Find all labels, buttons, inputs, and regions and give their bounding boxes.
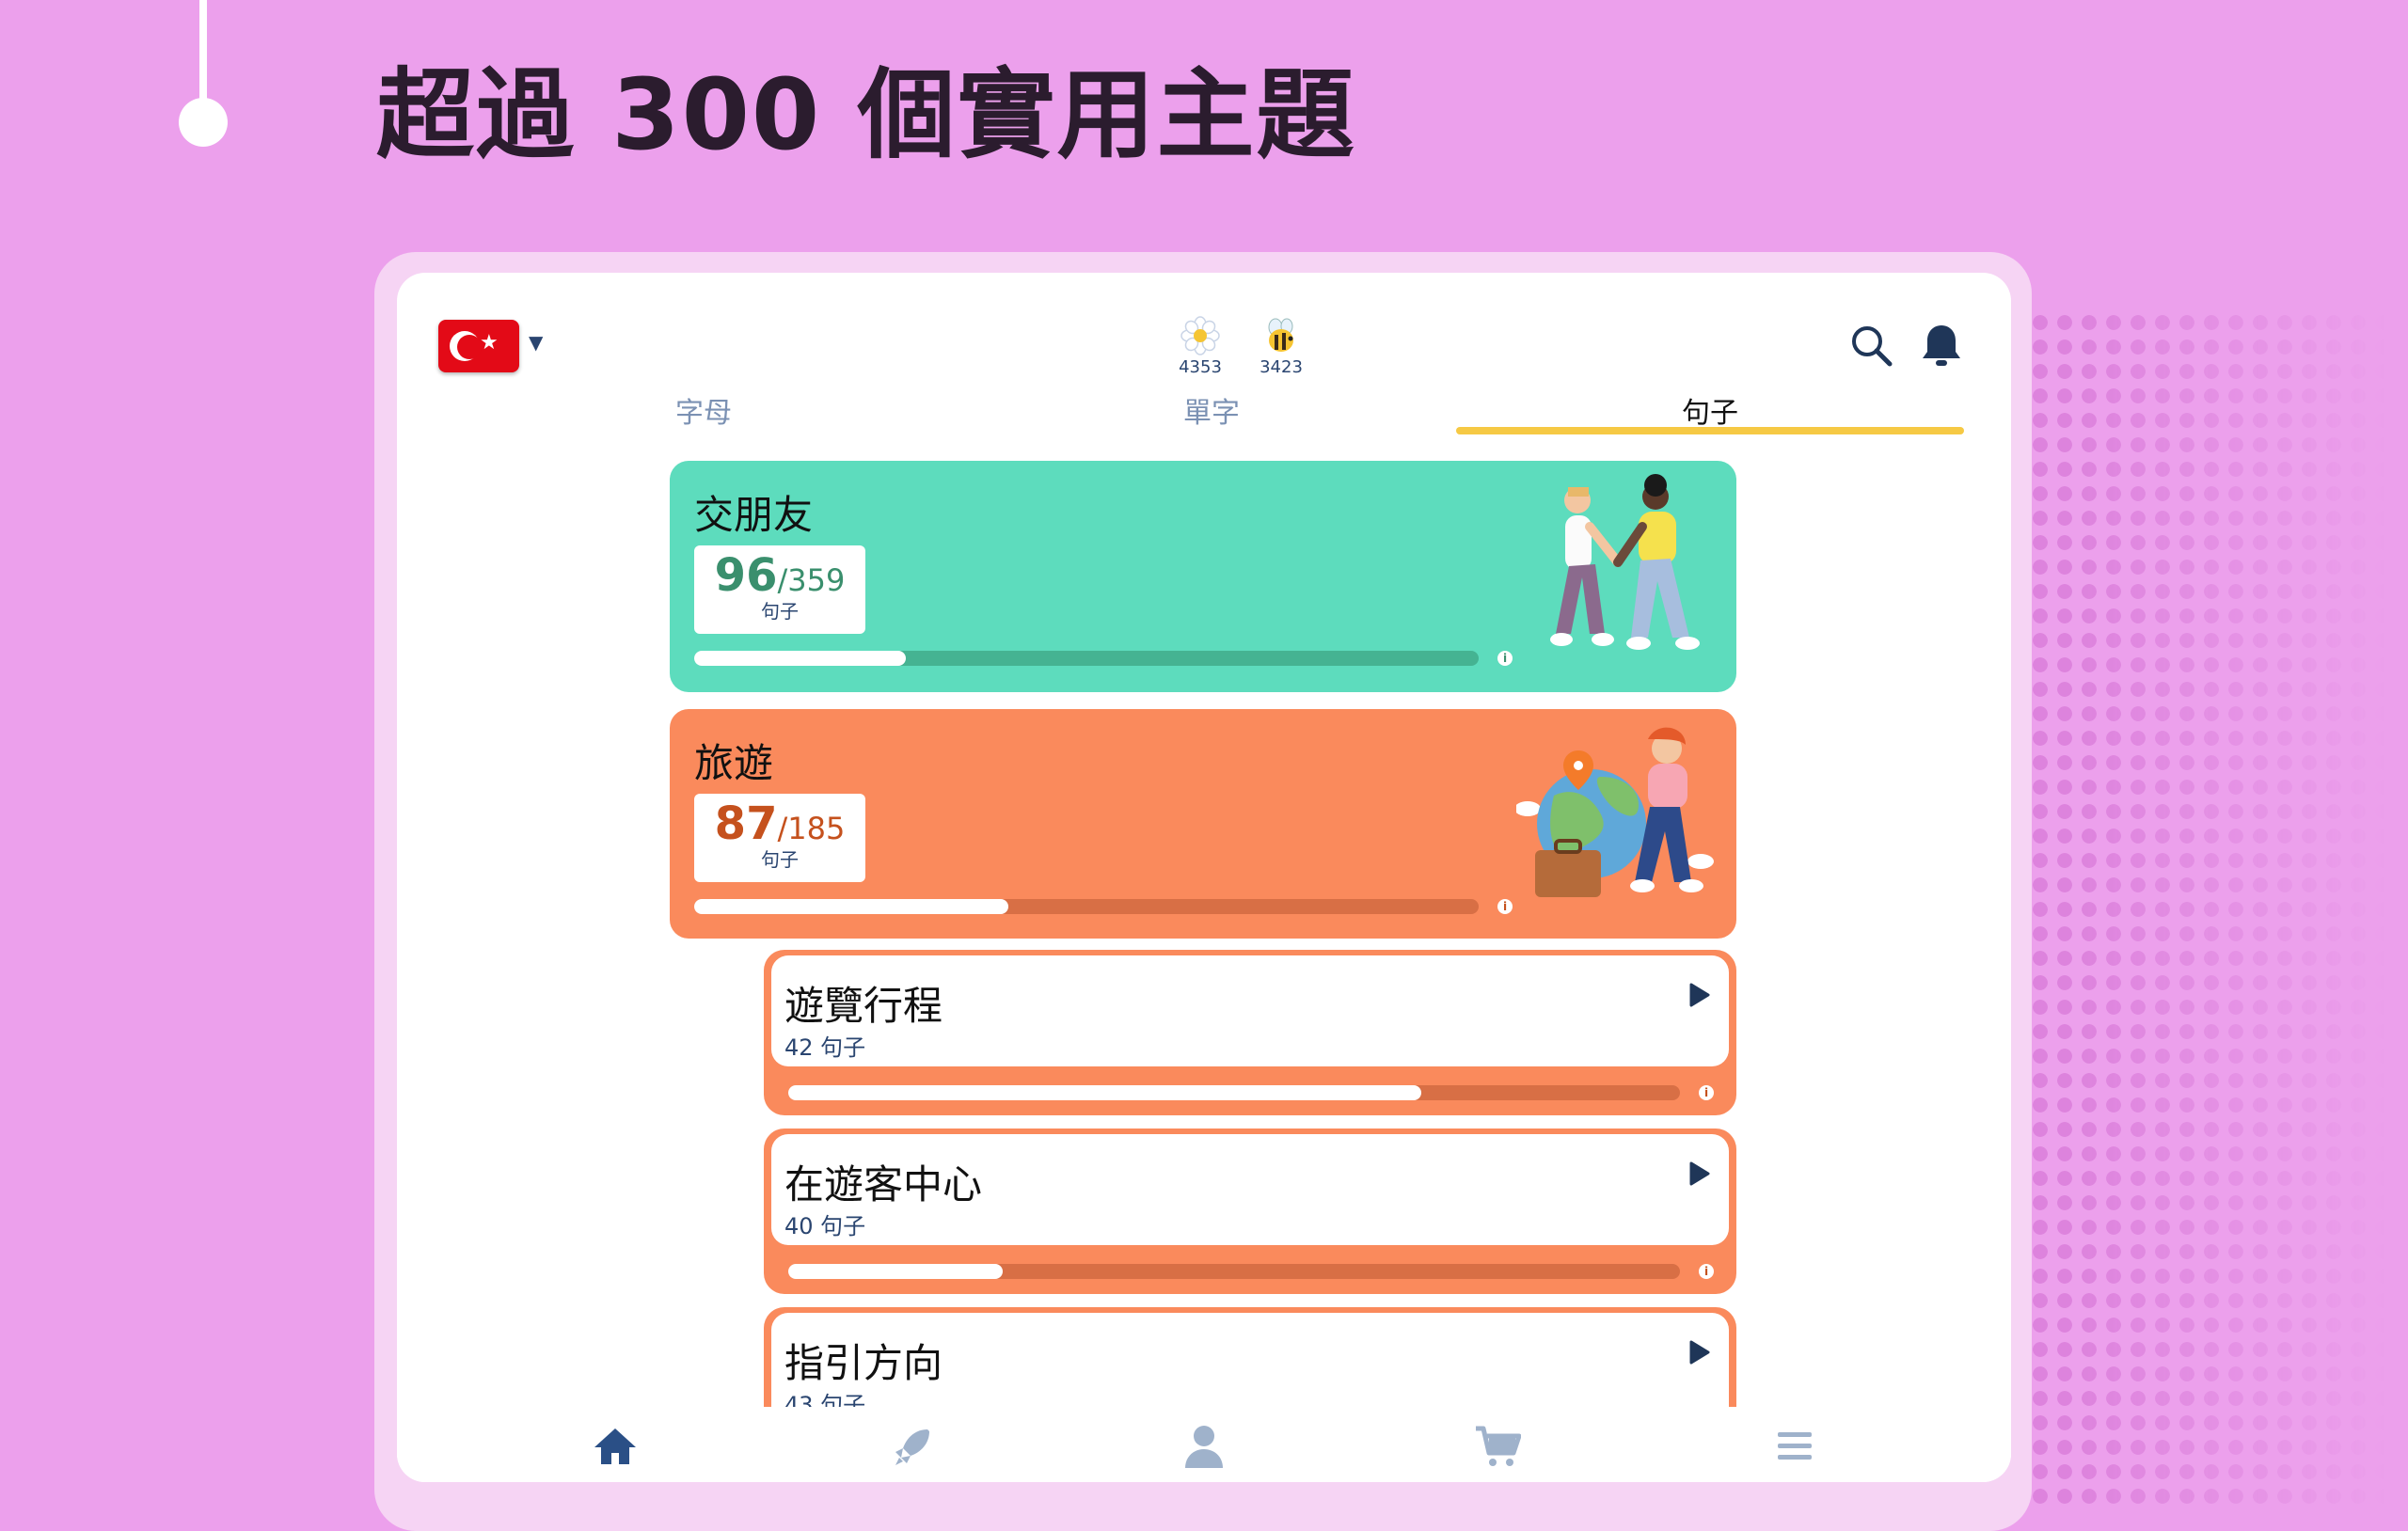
bee-count: 3423 <box>1259 357 1303 377</box>
language-dropdown-caret-icon[interactable]: ▼ <box>529 331 543 354</box>
app-screen: ★ ▼ 4353 3423 字母 單字 句子 交朋友 96/359 句子 i 旅… <box>397 273 2011 1482</box>
search-icon[interactable] <box>1846 320 1898 372</box>
subtopic-title: 指引方向 <box>784 1340 943 1386</box>
active-tab-indicator <box>1456 427 1964 434</box>
headline: 超過 300 個實用主題 <box>376 57 1356 172</box>
timeline-dot <box>179 98 228 147</box>
subtopic-count: 42 句子 <box>784 1034 866 1061</box>
info-icon[interactable]: i <box>1699 1264 1714 1279</box>
flower-stat: 4353 <box>1163 316 1238 377</box>
category-card-making-friends[interactable]: 交朋友 96/359 句子 i <box>670 461 1736 692</box>
score-done: 96 <box>714 549 778 602</box>
progress-bar <box>694 899 1479 914</box>
score-total: /359 <box>777 562 846 598</box>
progress-bar <box>788 1085 1680 1100</box>
score-done: 87 <box>714 797 778 850</box>
decorative-dot-pattern <box>2004 310 2408 1505</box>
play-icon[interactable] <box>1687 1339 1712 1365</box>
category-card-travel[interactable]: 旅遊 87/185 句子 i <box>670 709 1736 939</box>
subtopic-title: 在遊客中心 <box>784 1161 983 1207</box>
category-title: 旅遊 <box>694 740 774 786</box>
play-icon[interactable] <box>1687 1160 1712 1187</box>
category-title: 交朋友 <box>694 492 814 538</box>
profile-icon[interactable] <box>1178 1420 1230 1473</box>
score-total: /185 <box>777 811 846 846</box>
info-icon[interactable]: i <box>1699 1085 1714 1100</box>
score-box: 96/359 句子 <box>694 545 865 634</box>
flower-count: 4353 <box>1179 357 1222 377</box>
tab-words[interactable]: 單字 <box>958 389 1465 431</box>
travel-globe-illustration <box>1516 727 1714 897</box>
subtopic-card[interactable]: 遊覽行程 42 句子 i <box>764 950 1736 1115</box>
progress-bar <box>788 1264 1680 1279</box>
bee-icon <box>1244 316 1319 355</box>
tab-alphabet[interactable]: 字母 <box>450 389 958 431</box>
progress-bar <box>694 651 1479 666</box>
menu-icon[interactable] <box>1768 1420 1821 1473</box>
bottom-navigation <box>397 1407 2011 1482</box>
timeline-line <box>199 0 207 113</box>
cart-icon[interactable] <box>1471 1420 1524 1473</box>
bee-stat: 3423 <box>1244 316 1319 377</box>
score-box: 87/185 句子 <box>694 794 865 882</box>
subtopic-count: 40 句子 <box>784 1213 866 1239</box>
rocket-icon[interactable] <box>886 1420 939 1473</box>
play-icon[interactable] <box>1687 982 1712 1008</box>
tab-sentences[interactable]: 句子 <box>1456 389 1964 431</box>
subtopic-title: 遊覽行程 <box>784 983 943 1029</box>
handshake-illustration <box>1550 474 1700 650</box>
bell-icon[interactable] <box>1915 320 1968 372</box>
home-icon[interactable] <box>589 1420 642 1473</box>
flower-icon <box>1163 316 1238 355</box>
info-icon[interactable]: i <box>1497 651 1513 666</box>
turkey-flag-icon[interactable]: ★ <box>438 320 519 372</box>
subtopic-card[interactable]: 在遊客中心 40 句子 i <box>764 1129 1736 1294</box>
info-icon[interactable]: i <box>1497 899 1513 914</box>
